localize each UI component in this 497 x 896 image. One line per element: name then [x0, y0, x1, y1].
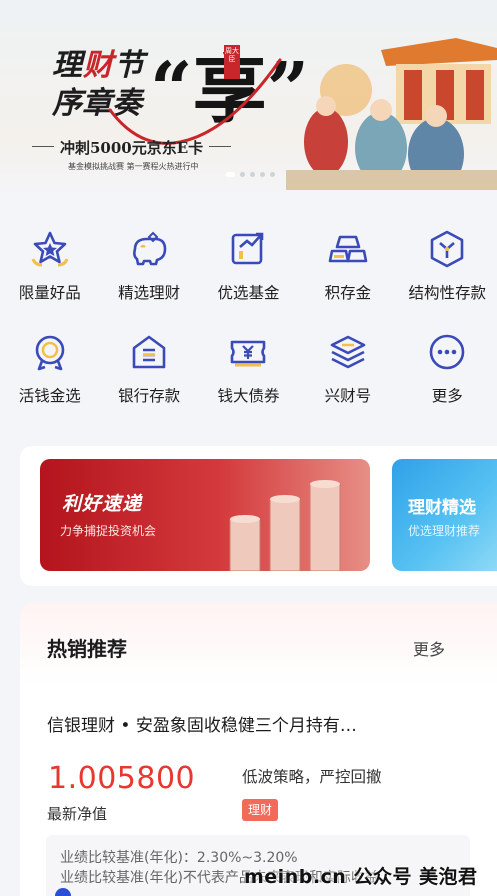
product-nav-label: 最新净值: [47, 805, 108, 823]
promo-banner[interactable]: 理财节 序章奏 “享” 周大臣 冲刺5000元京东E卡 基金模拟挑战赛 第一赛程…: [0, 0, 497, 198]
grid-item-structured-deposit[interactable]: 结构性存款: [398, 228, 497, 303]
carousel-dot: [270, 172, 275, 177]
grid-item-label: 银行存款: [118, 387, 181, 405]
grid-item-label: 精选理财: [118, 284, 181, 302]
grid-item-label: 更多: [431, 387, 463, 405]
product-type-badge: 理财: [242, 799, 279, 821]
grid-item-more[interactable]: 更多: [398, 331, 497, 406]
rising-chart-icon: [227, 228, 269, 270]
promo-card-subtitle: 力争捕捉投资机会: [60, 524, 157, 538]
promo-card-good-news[interactable]: 利好速递 力争捕捉投资机会: [40, 459, 370, 571]
more-link[interactable]: 更多: [413, 636, 445, 660]
grid-item-flexible-cash[interactable]: 活钱金选: [0, 331, 99, 406]
banner-illustration: [286, 38, 497, 190]
promo-card-wealth-selection[interactable]: 理财精选 优选理财推荐: [392, 459, 497, 571]
grid-item-qianda-bonds[interactable]: 钱大债券: [199, 331, 298, 406]
star-badge-icon: [29, 228, 71, 270]
grid-item-label: 结构性存款: [408, 284, 487, 302]
carousel-dots: [226, 172, 275, 177]
gold-bars-icon: [327, 228, 369, 270]
grid-item-label: 限量好品: [18, 284, 81, 302]
grid-item-bank-deposit[interactable]: 银行存款: [99, 331, 198, 406]
grid-item-label: 优选基金: [217, 284, 280, 302]
shield-y-icon: [426, 228, 468, 270]
banner-subtitle: 冲刺5000元京东E卡: [31, 139, 232, 157]
coin-medal-icon: [29, 331, 71, 373]
grid-item-xingcai[interactable]: 兴财号: [298, 331, 397, 406]
banner-tagline: 基金模拟挑战赛 第一赛程火热进行中: [68, 162, 199, 171]
watermark-text: meinb.cn 公众号 美泡君: [244, 866, 478, 888]
product-name[interactable]: 信银理财 • 安盈象固收稳健三个月持有…: [47, 711, 447, 736]
grid-item-preferred-funds[interactable]: 优选基金: [199, 228, 298, 303]
carousel-dot: [250, 172, 255, 177]
carousel-dot-active: [226, 172, 235, 177]
carousel-dot: [240, 172, 245, 177]
grid-item-label: 积存金: [324, 284, 372, 302]
grid-item-limited-products[interactable]: 限量好品: [0, 228, 99, 303]
bank-house-icon: [128, 331, 170, 373]
carousel-dot: [260, 172, 265, 177]
grid-item-selected-wealth[interactable]: 精选理财: [99, 228, 198, 303]
quick-entry-grid: 限量好品 精选理财 优选基金 积存金 结构性存款 活钱金选 银行存款 钱大债券 …: [0, 228, 497, 406]
hot-recommendation-section: 热销推荐 更多 信银理财 • 安盈象固收稳健三个月持有… 1.005800 最新…: [20, 603, 497, 896]
promo-card-title: 利好速递: [62, 493, 143, 515]
promo-card-title: 理财精选: [408, 498, 476, 518]
coin-stack-image: [229, 480, 341, 571]
section-title: 热销推荐: [47, 637, 127, 661]
promo-card-subtitle: 优选理财推荐: [408, 524, 481, 538]
more-dots-icon: [426, 331, 468, 373]
grid-item-label: 活钱金选: [18, 387, 81, 405]
piggy-bank-icon: [128, 228, 170, 270]
grid-item-gold-accumulation[interactable]: 积存金: [298, 228, 397, 303]
layers-icon: [327, 331, 369, 373]
yen-ticket-icon: [227, 331, 269, 373]
product-nav-value: 1.005800: [48, 761, 196, 796]
grid-item-label: 兴财号: [324, 387, 372, 405]
grid-item-label: 钱大债券: [217, 387, 280, 405]
product-strategy: 低波策略，严控回撤: [242, 768, 382, 786]
